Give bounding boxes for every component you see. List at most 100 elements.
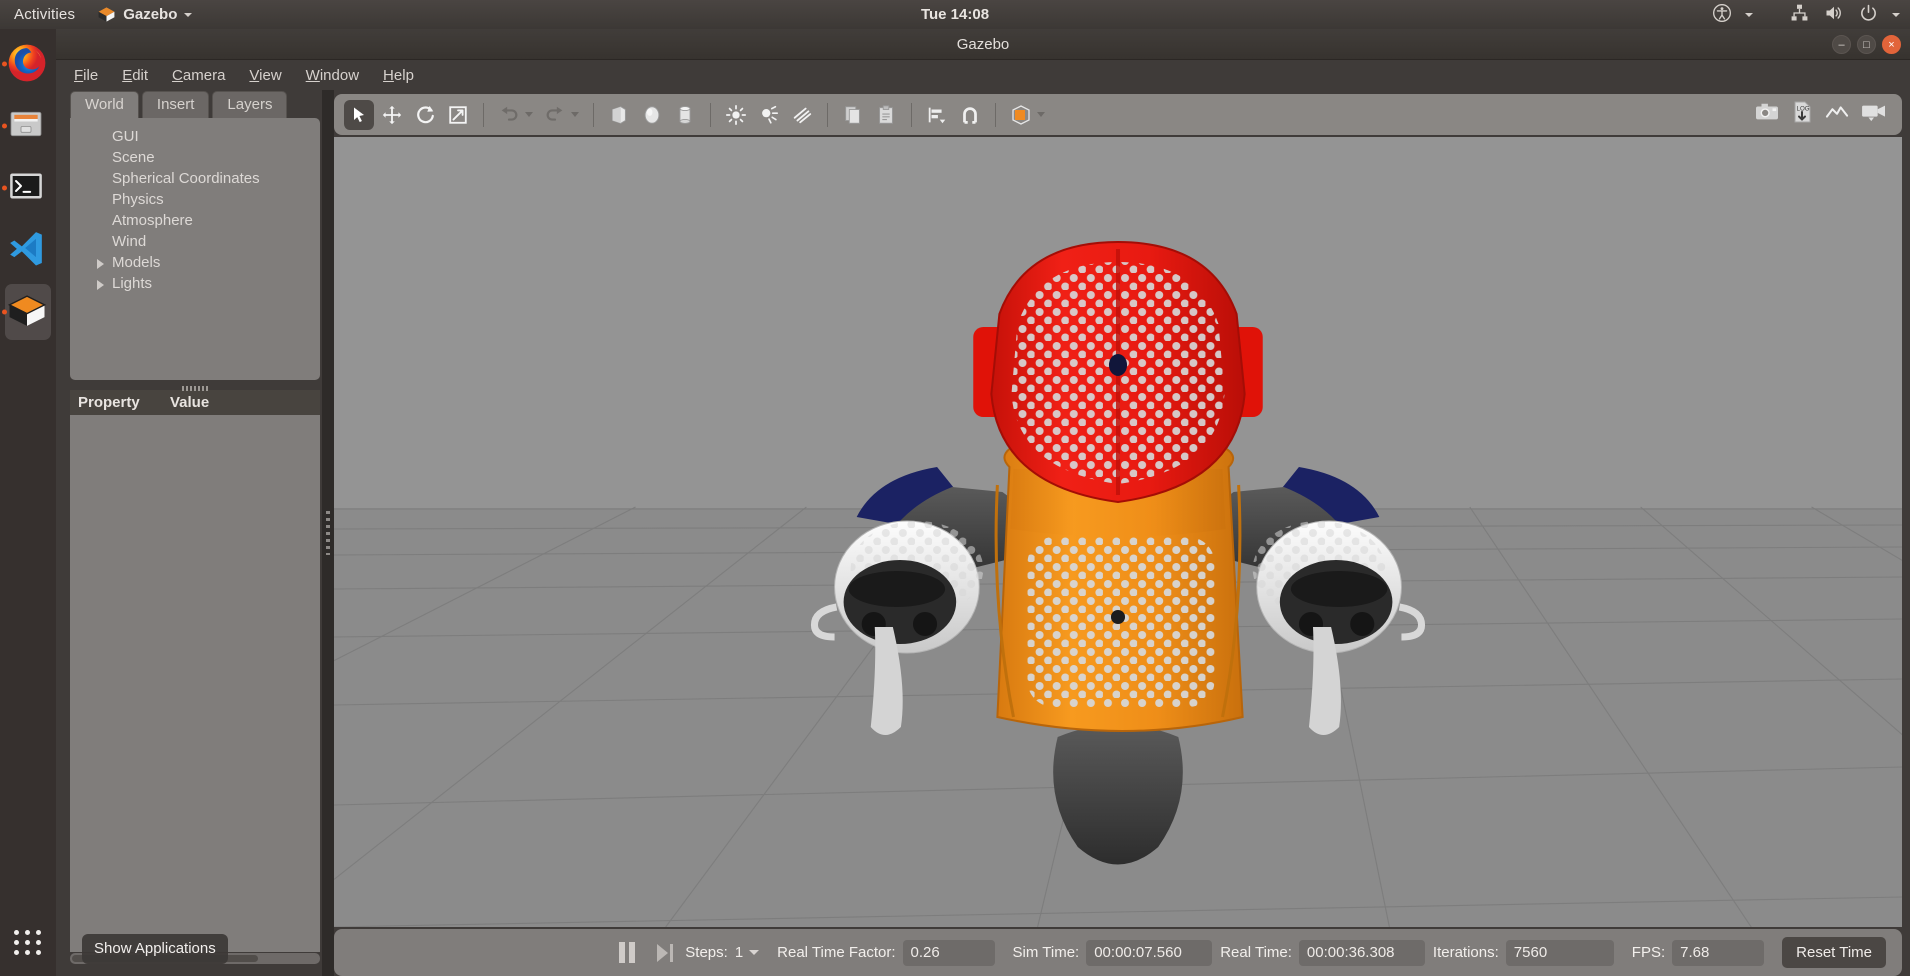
tab-world[interactable]: World bbox=[70, 91, 139, 118]
select-mode-icon[interactable] bbox=[344, 99, 374, 130]
menu-window[interactable]: Window bbox=[306, 67, 359, 84]
dock-item-firefox[interactable] bbox=[0, 33, 56, 95]
cylinder-icon[interactable] bbox=[670, 100, 700, 130]
step-forward-icon[interactable] bbox=[657, 943, 674, 962]
reset-time-button[interactable]: Reset Time bbox=[1782, 937, 1886, 968]
toolbar-right-group: LOG bbox=[1754, 94, 1888, 135]
plot-icon[interactable] bbox=[1824, 101, 1850, 128]
show-applications-tooltip: Show Applications bbox=[82, 934, 228, 964]
ubuntu-dock bbox=[0, 29, 56, 976]
dock-item-terminal[interactable] bbox=[0, 157, 56, 219]
steps-label: Steps: bbox=[685, 944, 728, 961]
view-mode-icon[interactable] bbox=[1006, 100, 1036, 130]
panel-resize-grip[interactable] bbox=[182, 386, 208, 391]
simulation-viewport[interactable] bbox=[334, 137, 1902, 927]
chevron-down-icon[interactable] bbox=[1745, 12, 1753, 17]
redo-icon[interactable] bbox=[540, 100, 570, 130]
chevron-down-icon[interactable] bbox=[749, 950, 760, 955]
tree-item-label: Models bbox=[112, 254, 161, 271]
gazebo-window: Gazebo – □ × File Edit Camera View Windo… bbox=[56, 29, 1910, 976]
app-menu-button[interactable]: Gazebo bbox=[89, 5, 200, 24]
simulation-statusbar: Steps: 1 Real Time Factor: 0.26 Sim Time… bbox=[334, 929, 1902, 976]
humanoid-robot-model[interactable] bbox=[334, 137, 1902, 927]
minimize-button[interactable]: – bbox=[1832, 35, 1851, 54]
scene-toolbar: LOG bbox=[334, 94, 1902, 135]
activities-button[interactable]: Activities bbox=[0, 6, 89, 23]
box-icon[interactable] bbox=[604, 100, 634, 130]
network-icon[interactable] bbox=[1789, 3, 1810, 27]
sphere-icon[interactable] bbox=[637, 100, 667, 130]
steps-control[interactable]: Steps: 1 bbox=[685, 944, 760, 961]
menu-edit[interactable]: Edit bbox=[122, 67, 148, 84]
toolbar-separator bbox=[995, 102, 996, 127]
iterations-value: 7560 bbox=[1505, 939, 1614, 966]
snap-icon[interactable] bbox=[955, 100, 985, 130]
panel-tabs: World Insert Layers bbox=[64, 90, 321, 118]
tab-insert[interactable]: Insert bbox=[141, 91, 210, 118]
property-column-header: Property bbox=[78, 394, 140, 411]
directional-light-icon[interactable] bbox=[787, 100, 817, 130]
undo-dropdown-icon[interactable] bbox=[525, 112, 533, 117]
real-time-factor-label: Real Time Factor: bbox=[777, 944, 896, 961]
rotate-mode-icon[interactable] bbox=[410, 100, 440, 130]
point-light-icon[interactable] bbox=[721, 100, 751, 130]
property-table-header: Property Value bbox=[70, 386, 320, 415]
files-icon bbox=[6, 104, 50, 148]
sim-time-value: 00:00:07.560 bbox=[1086, 939, 1213, 966]
copy-icon[interactable] bbox=[838, 100, 868, 130]
clock[interactable]: Tue 14:08 bbox=[0, 6, 1910, 23]
real-time-factor-field: Real Time Factor: 0.26 bbox=[777, 939, 995, 966]
tree-item-scene[interactable]: Scene bbox=[94, 147, 320, 168]
log-download-icon[interactable]: LOG bbox=[1790, 100, 1814, 129]
align-icon[interactable] bbox=[922, 100, 952, 130]
toolbar-separator bbox=[911, 102, 912, 127]
menu-view[interactable]: View bbox=[249, 67, 281, 84]
tree-item-gui[interactable]: GUI bbox=[94, 126, 320, 147]
menubar: File Edit Camera View Window Help bbox=[56, 60, 1910, 90]
tree-item-physics[interactable]: Physics bbox=[94, 189, 320, 210]
screenshot-icon[interactable] bbox=[1754, 101, 1780, 128]
redo-dropdown-icon[interactable] bbox=[571, 112, 579, 117]
tree-item-lights[interactable]: Lights bbox=[94, 273, 320, 294]
window-controls: – □ × bbox=[1832, 35, 1901, 54]
show-applications-button[interactable] bbox=[0, 916, 56, 968]
dock-item-vscode[interactable] bbox=[0, 219, 56, 281]
record-video-icon[interactable] bbox=[1860, 101, 1888, 128]
menu-camera[interactable]: Camera bbox=[172, 67, 225, 84]
power-icon[interactable] bbox=[1858, 3, 1879, 27]
maximize-button[interactable]: □ bbox=[1857, 35, 1876, 54]
expand-triangle-icon[interactable] bbox=[97, 259, 104, 269]
accessibility-icon[interactable] bbox=[1712, 3, 1732, 27]
close-button[interactable]: × bbox=[1882, 35, 1901, 54]
expand-triangle-icon[interactable] bbox=[97, 280, 104, 290]
fps-field: FPS: 7.68 bbox=[1632, 939, 1765, 966]
tree-item-label: Lights bbox=[112, 275, 153, 292]
tab-layers[interactable]: Layers bbox=[212, 91, 288, 118]
dock-item-files[interactable] bbox=[0, 95, 56, 157]
tree-item-wind[interactable]: Wind bbox=[94, 231, 320, 252]
volume-icon[interactable] bbox=[1823, 3, 1845, 27]
pause-icon[interactable] bbox=[619, 942, 636, 963]
tree-item-label: Wind bbox=[112, 233, 147, 250]
window-titlebar: Gazebo – □ × bbox=[56, 29, 1910, 60]
menu-help[interactable]: Help bbox=[383, 67, 414, 84]
paste-icon[interactable] bbox=[871, 100, 901, 130]
panel-splitter[interactable] bbox=[322, 90, 334, 976]
svg-text:LOG: LOG bbox=[1797, 106, 1810, 113]
spot-light-icon[interactable] bbox=[754, 100, 784, 130]
tree-item-spherical-coordinates[interactable]: Spherical Coordinates bbox=[94, 168, 320, 189]
undo-icon[interactable] bbox=[494, 100, 524, 130]
tree-item-models[interactable]: Models bbox=[94, 252, 320, 273]
system-tray bbox=[1712, 0, 1900, 29]
property-table-body bbox=[70, 415, 320, 952]
scale-mode-icon[interactable] bbox=[443, 100, 473, 130]
toolbar-separator bbox=[827, 102, 828, 127]
translate-mode-icon[interactable] bbox=[377, 100, 407, 130]
view-mode-dropdown-icon[interactable] bbox=[1037, 112, 1045, 117]
dock-item-gazebo[interactable] bbox=[0, 281, 56, 343]
menu-file[interactable]: File bbox=[74, 67, 98, 84]
tree-item-atmosphere[interactable]: Atmosphere bbox=[94, 210, 320, 231]
chevron-down-icon[interactable] bbox=[1892, 12, 1900, 17]
tree-item-label: Spherical Coordinates bbox=[112, 170, 260, 187]
toolbar-separator bbox=[593, 102, 594, 127]
